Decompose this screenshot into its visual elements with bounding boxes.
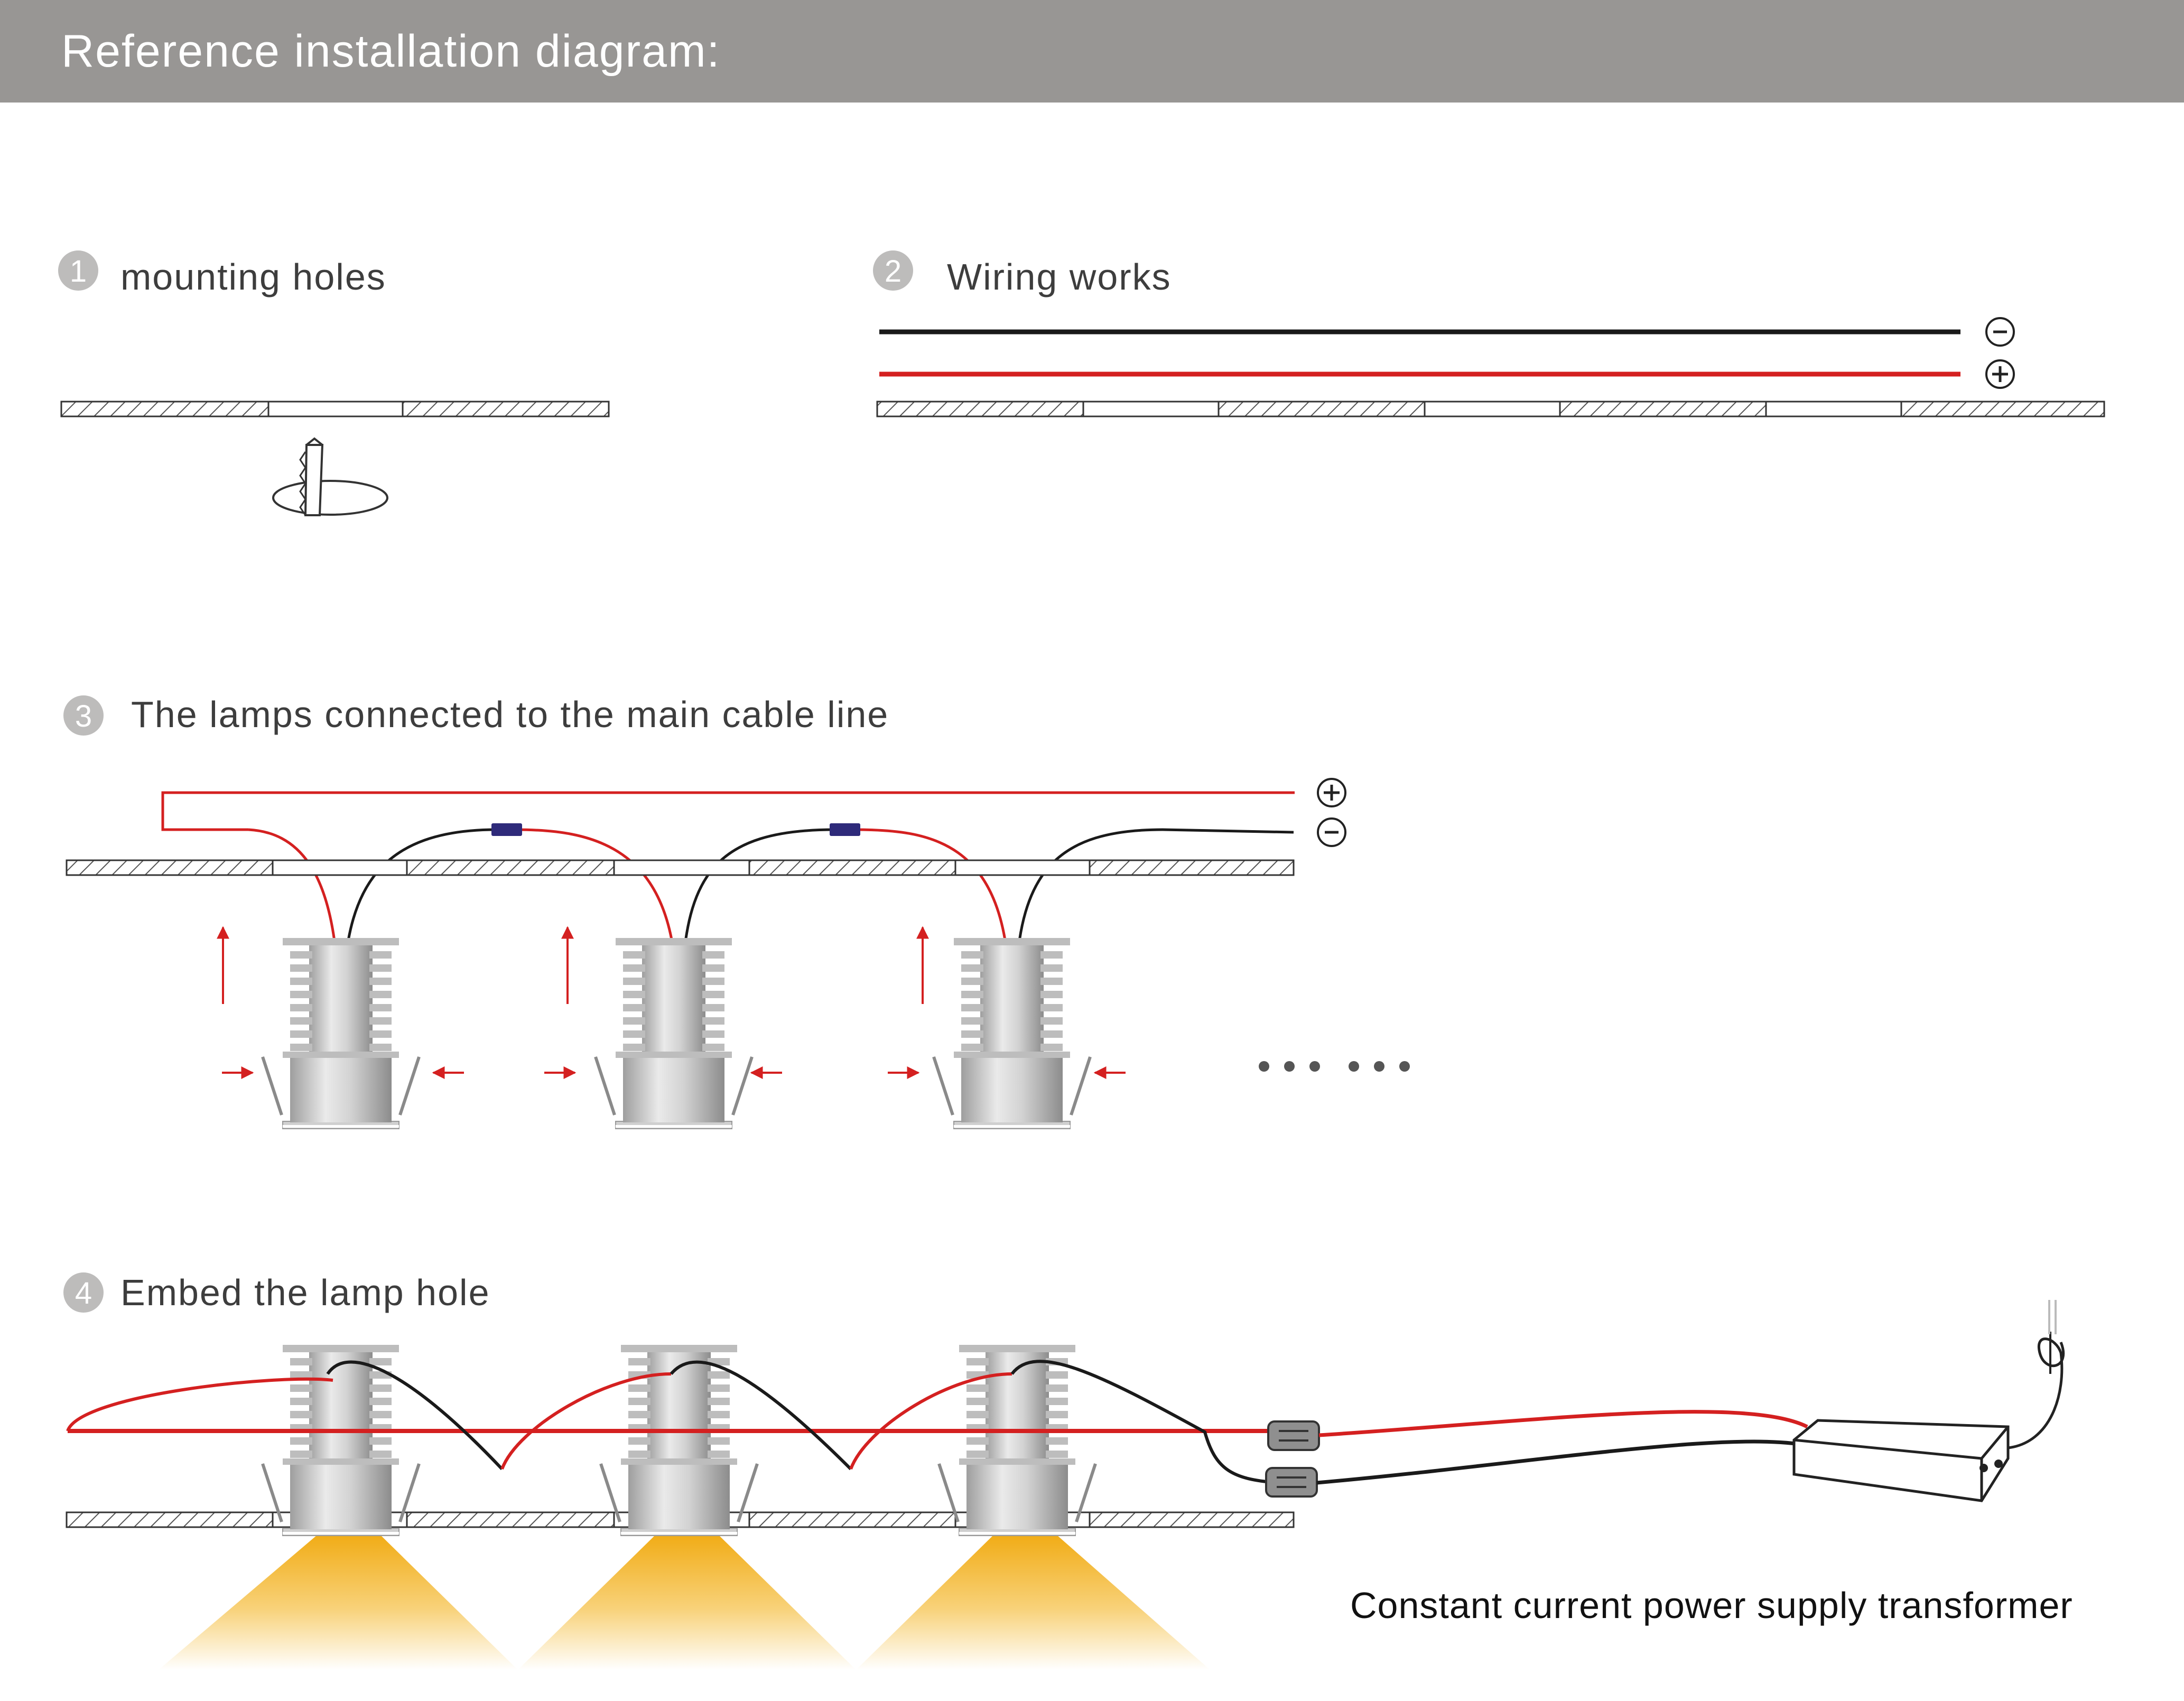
step-title: mounting holes (120, 256, 386, 298)
wire-connector (830, 823, 860, 836)
saw-cutting-hole (272, 437, 388, 516)
light-beams (159, 1535, 1210, 1670)
continuation-dots (1259, 1061, 1410, 1072)
step-title: Embed the lamp hole (120, 1272, 490, 1313)
step-number: 1 (70, 254, 87, 289)
negative-terminal-icon (1985, 317, 2015, 347)
downlight-lamp (596, 938, 752, 1129)
step-4-embed-lamp-hole: 4 Embed the lamp hole Constant current p… (63, 1272, 2073, 1670)
step-number: 3 (75, 699, 92, 733)
step-title: Wiring works (947, 256, 1172, 298)
downlight-lamp (934, 938, 1090, 1129)
positive-supply-wire (1318, 1410, 1808, 1437)
transformer-caption: Constant current power supply transforme… (1350, 1585, 2073, 1626)
step-3-lamps-connected: 3 The lamps connected to the main cable … (63, 694, 1410, 1129)
step-title: The lamps connected to the main cable li… (131, 694, 889, 735)
positive-terminal-icon (1317, 778, 1346, 807)
negative-terminal-icon (1317, 817, 1346, 847)
installation-diagram: 1 mounting holes 2 Wiring works 3 The la… (58, 250, 2105, 1670)
step-1-mounting-holes: 1 mounting holes (58, 250, 610, 516)
positive-terminal-icon (1985, 359, 2015, 389)
downlight-lamp (939, 1345, 1095, 1536)
step-number: 4 (75, 1276, 92, 1310)
negative-supply-wire (1316, 1439, 1818, 1485)
terminal-block (1267, 1420, 1320, 1451)
power-supply-transformer (1792, 1300, 2065, 1502)
positive-main-wire (161, 791, 1295, 831)
step-2-wiring-works: 2 Wiring works (873, 250, 2105, 417)
step-number: 2 (885, 254, 902, 289)
ceiling-panel (60, 401, 610, 417)
ceiling-panel (66, 859, 1295, 876)
terminal-block (1265, 1467, 1318, 1498)
lamp-lead-wires (248, 828, 1294, 983)
ceiling-panel (876, 401, 2105, 417)
downlight-lamp (263, 1345, 419, 1536)
wire-connector (491, 823, 522, 836)
downlight-lamp (263, 938, 419, 1129)
